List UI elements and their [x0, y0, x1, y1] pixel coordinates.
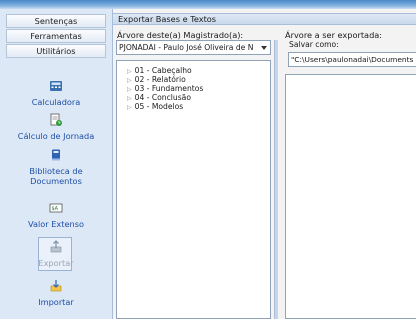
expand-arrow-icon[interactable]: ▷	[127, 95, 132, 102]
magistrate-select[interactable]: PJONADAI - Paulo José Oliveira de N	[116, 40, 271, 55]
tool-valor-extenso-label: Valor Extenso	[28, 219, 84, 229]
chevron-down-icon[interactable]	[261, 46, 267, 50]
expand-arrow-icon[interactable]: ▷	[127, 77, 132, 84]
tab-ferramentas[interactable]: Ferramentas	[6, 29, 106, 43]
tool-biblioteca-label: Biblioteca de Documentos	[29, 166, 83, 186]
calculator-icon	[50, 81, 62, 91]
tool-exportar[interactable]: Exportar	[0, 237, 112, 271]
number-words-icon: $A	[49, 203, 63, 213]
window-top-strip	[0, 0, 416, 9]
expand-arrow-icon[interactable]: ▷	[127, 68, 132, 75]
book-icon	[52, 149, 60, 161]
tab-sentencas[interactable]: Sentenças	[6, 14, 106, 28]
svg-text:$A: $A	[52, 206, 59, 212]
export-panel: Exportar Bases e Textos Árvore deste(a) …	[113, 9, 416, 319]
export-tree-label: Árvore a ser exportada:	[285, 30, 383, 40]
panel-splitter[interactable]	[274, 40, 278, 319]
tab-utilitarios[interactable]: Utilitários	[6, 44, 106, 58]
panel-title: Exportar Bases e Textos	[113, 13, 416, 25]
expand-arrow-icon[interactable]: ▷	[127, 104, 132, 111]
tool-calculo-jornada-label: Cálculo de Jornada	[17, 131, 95, 141]
export-icon	[50, 240, 62, 253]
tool-valor-extenso[interactable]: $A Valor Extenso	[0, 201, 112, 229]
left-navigation-pane: Sentenças Ferramentas Utilitários Calcul…	[0, 9, 113, 319]
tool-biblioteca-documentos[interactable]: Biblioteca de Documentos	[0, 148, 112, 186]
tool-calculadora-label: Calculadora	[31, 97, 81, 107]
save-path-input[interactable]: "C:\Users\paulonadai\Documents	[288, 52, 416, 67]
tool-importar[interactable]: Importar	[0, 279, 112, 307]
clock-document-icon	[50, 113, 62, 126]
expand-arrow-icon[interactable]: ▷	[127, 86, 132, 93]
tool-calculo-jornada[interactable]: Cálculo de Jornada	[0, 113, 112, 141]
import-icon	[50, 280, 62, 292]
save-as-label: Salvar como:	[289, 40, 339, 49]
tool-importar-label: Importar	[38, 297, 74, 307]
magistrate-tree-label: Árvore deste(a) Magistrado(a):	[117, 30, 244, 40]
magistrate-select-value: PJONADAI - Paulo José Oliveira de N	[119, 43, 254, 52]
tool-calculadora[interactable]: Calculadora	[0, 79, 112, 107]
magistrate-tree[interactable]: ▷ 01 - Cabeçalho ▷ 02 - Relatório ▷ 03 - Fu…	[116, 60, 271, 319]
export-tree[interactable]	[285, 74, 416, 319]
tree-item[interactable]: ▷ 05 - Modelos	[127, 102, 183, 112]
tool-exportar-label: Exportar	[38, 258, 74, 268]
